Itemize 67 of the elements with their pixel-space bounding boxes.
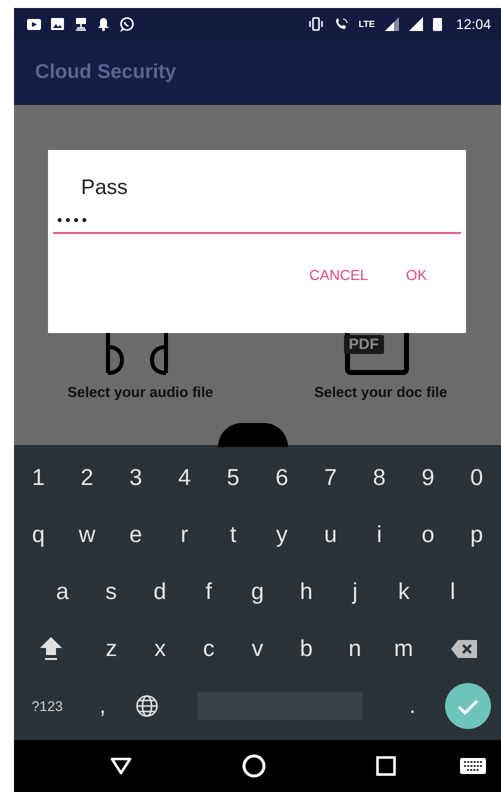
keyboard-key[interactable]: e <box>111 512 160 558</box>
keyboard-key[interactable]: x <box>136 626 184 672</box>
option-label[interactable]: Select your audio file <box>67 385 214 401</box>
phone-call-icon <box>334 17 349 31</box>
checkmark-button[interactable] <box>444 682 491 728</box>
keyboard-key[interactable]: t <box>208 512 258 558</box>
keyboard-key[interactable]: y <box>258 512 306 558</box>
keyboard-key[interactable]: j <box>330 568 380 614</box>
keyboard-key[interactable]: z <box>87 626 136 672</box>
keyboard-key[interactable]: d <box>136 568 184 614</box>
image-icon <box>51 18 64 30</box>
keyboard-key[interactable]: 0 <box>452 454 501 500</box>
keyboard-key[interactable]: . <box>390 682 435 728</box>
keyboard-key[interactable]: w <box>62 512 112 558</box>
option-label[interactable]: Select your doc file <box>314 385 448 401</box>
signal-icon <box>408 17 423 31</box>
keyboard-key[interactable]: k <box>379 568 428 614</box>
bell-icon <box>98 18 109 30</box>
keyboard-key[interactable]: 6 <box>258 454 306 500</box>
keyboard-key[interactable]: i <box>354 512 404 558</box>
home-icon[interactable] <box>242 754 266 778</box>
keyboard-key[interactable]: s <box>86 568 136 614</box>
keyboard-key[interactable]: v <box>233 626 282 672</box>
clock-time: 12:04 <box>456 16 491 32</box>
keyboard-key[interactable]: m <box>379 626 428 672</box>
back-icon[interactable] <box>110 757 132 775</box>
keyboard-key[interactable]: 1 <box>14 454 63 500</box>
keyboard-key[interactable]: l <box>428 568 478 614</box>
signal-icon <box>384 17 399 31</box>
app-title: Cloud Security <box>35 61 176 84</box>
globe-icon[interactable] <box>136 694 158 716</box>
keyboard-key[interactable]: g <box>233 568 282 614</box>
keyboard-key[interactable]: p <box>452 512 501 558</box>
keyboard-key[interactable]: f <box>184 568 234 614</box>
dialog-button[interactable]: OK <box>392 264 441 288</box>
network-type: LTE <box>358 19 375 29</box>
dome-icon <box>218 423 288 447</box>
keyboard-key[interactable]: , <box>80 682 125 728</box>
keyboard-key[interactable]: 8 <box>354 454 404 500</box>
keyboard-key[interactable]: 9 <box>404 454 452 500</box>
keyboard-key[interactable]: 5 <box>208 454 258 500</box>
keyboard-key[interactable]: n <box>330 626 380 672</box>
vibrate-icon <box>308 17 324 31</box>
symbols-key[interactable]: ?123 <box>14 682 80 728</box>
pdf-label: PDF <box>344 335 384 354</box>
dialog-button[interactable]: CANCEL <box>295 264 382 288</box>
battery-icon <box>432 17 442 31</box>
chat-bubble-icon <box>119 16 134 32</box>
password-field[interactable]: •••• <box>53 208 461 234</box>
dialog-title: Pass <box>80 176 129 201</box>
keyboard-key[interactable]: c <box>184 626 234 672</box>
keyboard-key[interactable]: u <box>306 512 355 558</box>
keyboard-icon[interactable] <box>460 758 486 774</box>
keyboard-key[interactable]: 7 <box>306 454 355 500</box>
keyboard-key[interactable]: 3 <box>111 454 160 500</box>
keyboard-key[interactable]: a <box>38 568 87 614</box>
video-icon <box>27 18 41 30</box>
keyboard-key[interactable]: h <box>282 568 331 614</box>
backspace-icon[interactable] <box>451 640 478 658</box>
keyboard-key[interactable]: q <box>14 512 63 558</box>
keyboard-key[interactable]: o <box>404 512 452 558</box>
keyboard-key[interactable]: r <box>160 512 209 558</box>
keyboard-key[interactable]: b <box>282 626 331 672</box>
shift-icon[interactable] <box>40 636 62 660</box>
recents-icon[interactable] <box>376 756 396 776</box>
keyboard-key[interactable]: 2 <box>62 454 112 500</box>
keyboard-key[interactable]: 4 <box>160 454 209 500</box>
